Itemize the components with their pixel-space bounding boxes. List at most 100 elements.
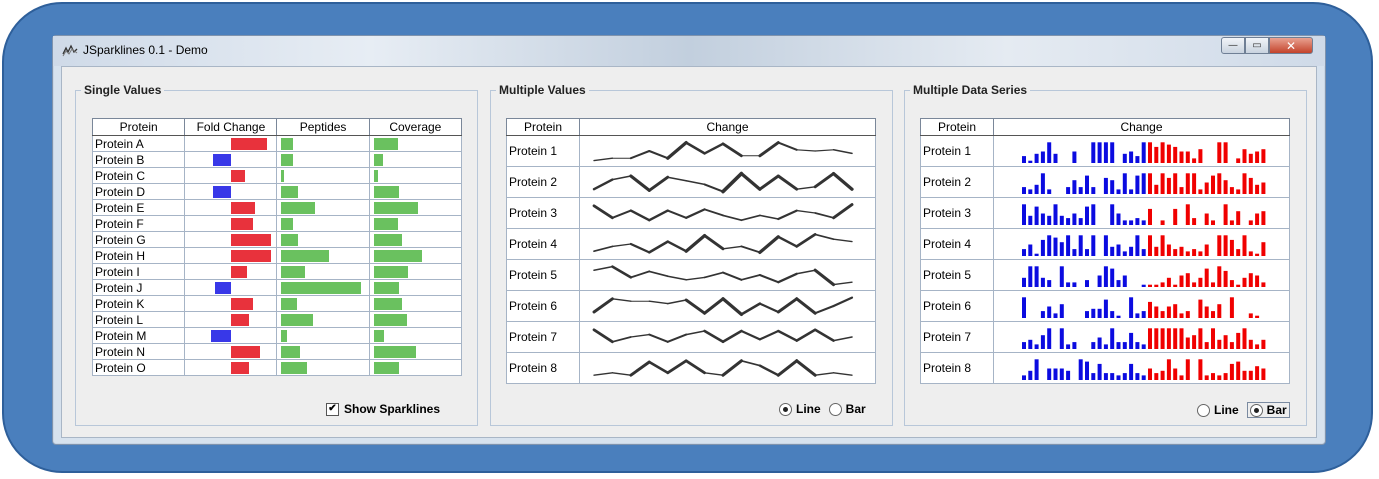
table-row[interactable]: Protein B [91, 151, 463, 168]
table-row[interactable]: Protein D [91, 183, 463, 200]
line-segment [796, 209, 816, 214]
single-values-table[interactable]: Protein Fold Change Peptides Coverage Pr… [91, 118, 463, 376]
table-row[interactable]: Protein H [91, 247, 463, 264]
radio-line[interactable]: Line [1197, 403, 1239, 417]
radio-bar-icon[interactable] [1249, 403, 1263, 417]
table-row[interactable]: Protein E [91, 199, 463, 216]
bar-blue [1040, 334, 1045, 349]
table-row[interactable]: Protein 2 [920, 166, 1290, 198]
multiple-series-table[interactable]: Protein Change Protein 1 Protein 2 Protein… [920, 118, 1290, 384]
col-header-fold-change[interactable]: Fold Change [184, 118, 278, 136]
line-segment [703, 271, 724, 278]
bar-sparkline [1022, 327, 1266, 349]
coverage-bar [373, 250, 422, 262]
bar-red [1198, 358, 1203, 380]
table-row[interactable]: Protein 3 [506, 197, 876, 229]
radio-bar-icon[interactable] [828, 402, 842, 416]
table-row[interactable]: Protein K [91, 295, 463, 312]
bar-red [1229, 296, 1234, 318]
table-row[interactable]: Protein 6 [506, 290, 876, 322]
table-row[interactable]: Protein 4 [506, 228, 876, 260]
minimize-button[interactable]: — [1221, 37, 1245, 54]
bar-red [1242, 234, 1247, 256]
table-row[interactable]: Protein I [91, 263, 463, 280]
bar-red [1248, 272, 1253, 287]
table-row[interactable]: Protein 7 [920, 321, 1290, 353]
table-row[interactable]: Protein 3 [920, 197, 1290, 229]
col-header-coverage[interactable]: Coverage [368, 118, 463, 136]
bar-sparkline [1022, 203, 1266, 225]
close-button[interactable]: ✕ [1269, 37, 1313, 54]
protein-name: Protein 6 [920, 290, 994, 322]
line-segment [648, 239, 669, 254]
radio-bar[interactable]: Bar [828, 402, 866, 416]
col-header-change[interactable]: Change [993, 118, 1290, 136]
multiple-values-table[interactable]: Protein Change Protein 1 Protein 2 Protein… [506, 118, 876, 384]
col-header-protein[interactable]: Protein [920, 118, 994, 136]
line-segment [648, 300, 669, 304]
protein-name: Protein F [91, 215, 186, 232]
table-row[interactable]: Protein 1 [920, 135, 1290, 167]
table-row[interactable]: Protein F [91, 215, 463, 232]
bar-red [1236, 210, 1241, 225]
table-row[interactable]: Protein 1 [506, 135, 876, 167]
bar-blue [1097, 308, 1102, 318]
coverage-cell [368, 183, 463, 200]
radio-line[interactable]: Line [779, 402, 821, 416]
maximize-button[interactable]: ▭ [1245, 37, 1269, 54]
fold-change-cell [184, 231, 278, 248]
radio-line-icon[interactable] [779, 402, 792, 416]
table-row[interactable]: Protein 4 [920, 228, 1290, 260]
radio-line-icon[interactable] [1197, 403, 1210, 417]
line-segment [647, 175, 670, 192]
table-row[interactable]: Protein L [91, 311, 463, 328]
table-row[interactable]: Protein 8 [506, 352, 876, 384]
col-header-change[interactable]: Change [579, 118, 876, 136]
line-segment [722, 214, 743, 221]
bar-blue [1066, 234, 1071, 256]
table-row[interactable]: Protein M [91, 327, 463, 344]
panel-multiple-values: Multiple Values Protein Change Protein 1… [490, 83, 893, 426]
table-row[interactable]: Protein 8 [920, 352, 1290, 384]
col-header-protein[interactable]: Protein [506, 118, 580, 136]
coverage-cell [368, 343, 463, 360]
table-row[interactable]: Protein 7 [506, 321, 876, 353]
show-sparklines-checkbox[interactable]: ✔ Show Sparklines [326, 402, 440, 416]
line-segment [814, 371, 835, 376]
table-row[interactable]: Protein C [91, 167, 463, 184]
table-row[interactable]: Protein 6 [920, 290, 1290, 322]
protein-name: Protein K [91, 295, 186, 312]
bar-red [1192, 281, 1197, 287]
bar-red [1236, 248, 1241, 256]
table-row[interactable]: Protein J [91, 279, 463, 296]
line-segment [703, 182, 725, 193]
peptides-bar [281, 154, 294, 166]
col-header-peptides[interactable]: Peptides [276, 118, 370, 136]
bar-blue [1091, 372, 1096, 380]
line-segment [611, 174, 632, 180]
table-row[interactable]: Protein N [91, 343, 463, 360]
fold-change-bar [231, 218, 254, 230]
line-segment [740, 301, 762, 316]
change-cell [993, 228, 1290, 260]
bar-blue [1122, 341, 1127, 349]
bar-blue [1072, 179, 1077, 194]
line-segment [703, 329, 725, 343]
table-row[interactable]: Protein 2 [506, 166, 876, 198]
protein-name: Protein 5 [506, 259, 580, 291]
col-header-protein[interactable]: Protein [91, 118, 186, 136]
bar-blue [1047, 279, 1052, 287]
radio-line-label: Line [796, 402, 821, 416]
table-row[interactable]: Protein 5 [506, 259, 876, 291]
coverage-cell [368, 247, 463, 264]
radio-bar[interactable]: Bar [1246, 402, 1290, 418]
table-row[interactable]: Protein G [91, 231, 463, 248]
checkbox-icon[interactable]: ✔ [326, 402, 339, 416]
bar-blue [1085, 206, 1089, 225]
title-bar[interactable]: JSparklines 0.1 - Demo — ▭ ✕ [53, 36, 1325, 66]
table-row[interactable]: Protein 5 [920, 259, 1290, 291]
bar-blue [1059, 303, 1064, 318]
bar-red [1217, 234, 1222, 256]
table-row[interactable]: Protein O [91, 359, 463, 376]
table-row[interactable]: Protein A [91, 135, 463, 152]
